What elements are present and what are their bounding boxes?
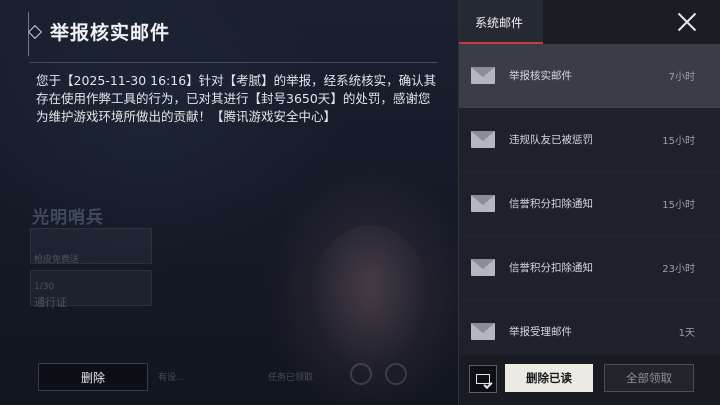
close-icon[interactable]	[677, 12, 697, 32]
envelope-icon	[471, 67, 495, 84]
panel-footer: 删除已读 全部领取	[459, 355, 720, 405]
detail-header: 举报核实邮件	[27, 18, 171, 45]
mail-time: 23小时	[662, 264, 695, 275]
mail-list: 举报核实邮件 7小时 违规队友已被惩罚 15小时 信誉积分扣除通知 15小时 信…	[459, 44, 720, 364]
delete-read-button[interactable]: 删除已读	[505, 364, 593, 392]
background-ring-icon	[350, 363, 372, 385]
mail-time: 7小时	[668, 72, 695, 83]
collect-all-button[interactable]: 全部领取	[604, 364, 694, 392]
mail-detail-title: 举报核实邮件	[50, 22, 171, 44]
envelope-icon	[471, 259, 495, 276]
mail-detail-body: 您于【2025-11-30 16:16】针对【考腻】的举报，经系统核实，确认其存…	[36, 73, 437, 124]
mail-panel: 系统邮件 举报核实邮件 7小时 违规队友已被惩罚 15小时 信誉积分扣除通知 1…	[458, 0, 720, 405]
background-bottom-mid-text: 任务已领取	[268, 373, 314, 383]
mark-read-button[interactable]	[469, 365, 497, 393]
mail-item[interactable]: 违规队友已被惩罚 15小时	[459, 108, 720, 172]
diamond-icon	[27, 24, 43, 39]
tab-system-mail[interactable]: 系统邮件	[459, 0, 543, 44]
envelope-icon	[471, 323, 495, 340]
panel-header: 系统邮件	[459, 0, 720, 44]
envelope-icon	[471, 131, 495, 148]
divider	[30, 62, 438, 63]
mail-item[interactable]: 举报核实邮件 7小时	[459, 44, 720, 108]
background-character	[310, 225, 430, 375]
delete-button[interactable]: 删除	[38, 363, 148, 391]
background-scene: 枪皮免费送 1/30 通行证 光明哨兵 有设... 任务已领取	[0, 0, 458, 405]
background-card-2-text-b: 通行证	[34, 296, 67, 309]
background-bottom-left-text: 有设...	[158, 373, 185, 383]
mail-time: 1天	[678, 328, 695, 339]
mail-item[interactable]: 信誉积分扣除通知 15小时	[459, 172, 720, 236]
mail-item[interactable]: 信誉积分扣除通知 23小时	[459, 236, 720, 300]
mail-time: 15小时	[662, 136, 695, 147]
background-card-2-text-a: 1/30	[34, 282, 55, 292]
background-card-1-text: 枪皮免费送	[34, 255, 80, 265]
mail-time: 15小时	[662, 200, 695, 211]
background-ring-icon	[385, 363, 407, 385]
background-title: 光明哨兵	[32, 208, 104, 228]
envelope-icon	[471, 195, 495, 212]
